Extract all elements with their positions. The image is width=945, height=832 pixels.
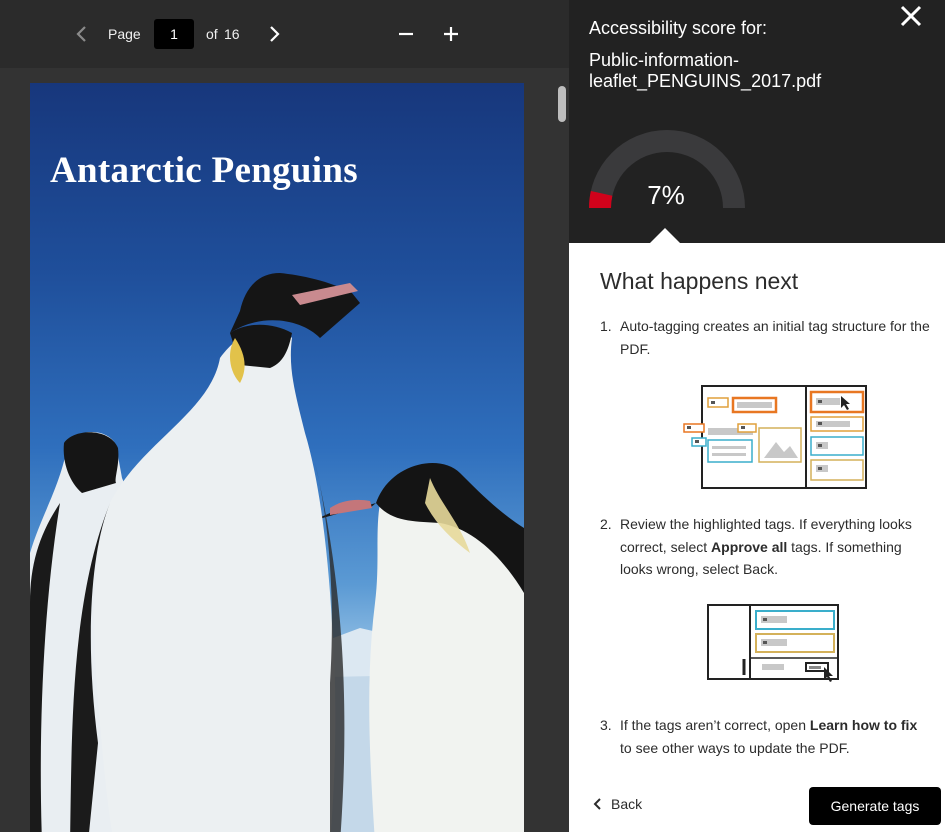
step-text: Review the highlighted tags. If everythi… — [620, 513, 930, 581]
learn-how-to-fix-link[interactable]: Learn how to fix — [810, 717, 917, 733]
minus-icon — [399, 32, 413, 36]
panel-header: Accessibility score for: Public-informat… — [569, 0, 945, 244]
chevron-right-icon — [270, 26, 280, 42]
scrollbar-thumb[interactable] — [558, 86, 566, 122]
step-number: 3. — [600, 717, 612, 733]
auto-tagging-illustration — [683, 385, 867, 489]
pdf-viewer: Page of 16 — [0, 0, 569, 832]
emperor-penguins-photo — [30, 273, 524, 832]
chevron-left-icon — [593, 798, 601, 810]
zoom-in-button[interactable] — [439, 22, 463, 46]
plus-icon — [444, 27, 458, 41]
close-button[interactable] — [899, 4, 923, 28]
review-tags-illustration — [707, 604, 839, 682]
back-button[interactable]: Back — [591, 796, 642, 812]
prev-page-button[interactable] — [70, 22, 94, 46]
page-label: Page — [108, 26, 141, 42]
pdf-title: Antarctic Penguins — [50, 150, 358, 191]
total-pages: 16 — [224, 26, 240, 42]
back-label: Back — [611, 796, 643, 812]
score-value: 7% — [647, 180, 685, 210]
step-number: 1. — [600, 318, 612, 334]
next-page-button[interactable] — [262, 22, 286, 46]
page-number-input[interactable] — [154, 19, 194, 49]
close-icon — [900, 5, 922, 27]
scrollbar-track[interactable] — [554, 68, 569, 832]
score-label: Accessibility score for: — [589, 18, 768, 38]
step-number: 2. — [600, 516, 612, 532]
chevron-left-icon — [76, 26, 86, 42]
step-2: 2. Review the highlighted tags. If every… — [600, 513, 930, 581]
viewer-toolbar: Page of 16 — [0, 0, 569, 68]
approve-all-emphasis: Approve all — [711, 538, 788, 555]
step-text-part: If the tags aren’t correct, open — [620, 717, 810, 733]
pdf-page: Antarctic Penguins — [30, 83, 524, 832]
generate-tags-button[interactable]: Generate tags — [809, 787, 941, 825]
step-3: 3. If the tags aren’t correct, open Lear… — [600, 714, 930, 759]
header-notch — [649, 228, 681, 244]
file-name: Public-information-leaflet_PENGUINS_2017… — [589, 50, 822, 91]
step-text: Auto-tagging creates an initial tag stru… — [620, 318, 930, 357]
of-label: of — [206, 26, 218, 42]
zoom-out-button[interactable] — [394, 22, 418, 46]
step-text: If the tags aren’t correct, open Learn h… — [620, 714, 930, 759]
step-1: 1. Auto-tagging creates an initial tag s… — [600, 315, 930, 360]
step-text-part: to see other ways to update the PDF. — [620, 739, 850, 756]
accessibility-panel: Accessibility score for: Public-informat… — [569, 0, 945, 832]
next-title: What happens next — [600, 268, 799, 294]
